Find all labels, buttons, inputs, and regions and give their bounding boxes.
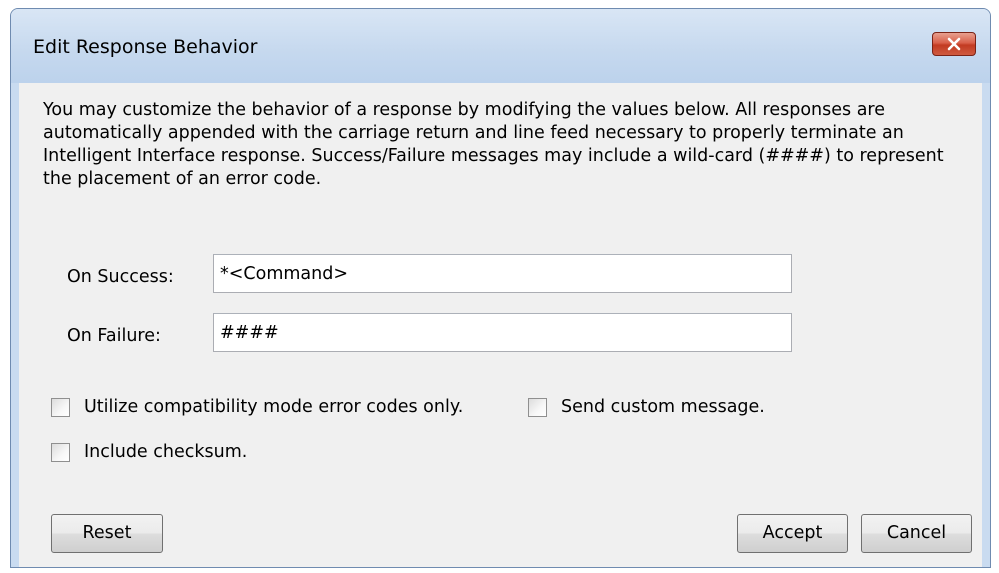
compatibility-checkbox-label: Utilize compatibility mode error codes o… bbox=[84, 397, 464, 417]
compatibility-checkbox-row[interactable]: Utilize compatibility mode error codes o… bbox=[51, 397, 463, 417]
close-button[interactable] bbox=[932, 32, 976, 56]
dialog-content: You may customize the behavior of a resp… bbox=[19, 83, 982, 567]
custom-message-checkbox-label: Send custom message. bbox=[561, 397, 765, 417]
checksum-checkbox-row[interactable]: Include checksum. bbox=[51, 442, 247, 462]
compatibility-checkbox[interactable] bbox=[51, 397, 70, 417]
title-bar[interactable]: Edit Response Behavior bbox=[11, 9, 990, 83]
custom-message-checkbox-row[interactable]: Send custom message. bbox=[528, 397, 765, 417]
checksum-checkbox-label: Include checksum. bbox=[84, 442, 248, 462]
custom-message-checkbox[interactable] bbox=[528, 397, 547, 417]
close-icon bbox=[947, 37, 961, 51]
reset-button[interactable]: Reset bbox=[51, 514, 163, 553]
checksum-checkbox[interactable] bbox=[51, 442, 70, 462]
description-text: You may customize the behavior of a resp… bbox=[43, 100, 944, 189]
on-success-label: On Success: bbox=[67, 267, 174, 287]
window-title: Edit Response Behavior bbox=[33, 36, 258, 58]
on-success-input[interactable] bbox=[213, 254, 792, 293]
cancel-button[interactable]: Cancel bbox=[861, 514, 972, 553]
on-failure-input[interactable] bbox=[213, 313, 792, 352]
dialog-window: Edit Response Behavior You may customize… bbox=[10, 8, 991, 568]
accept-button[interactable]: Accept bbox=[737, 514, 848, 553]
on-failure-label: On Failure: bbox=[67, 326, 161, 346]
